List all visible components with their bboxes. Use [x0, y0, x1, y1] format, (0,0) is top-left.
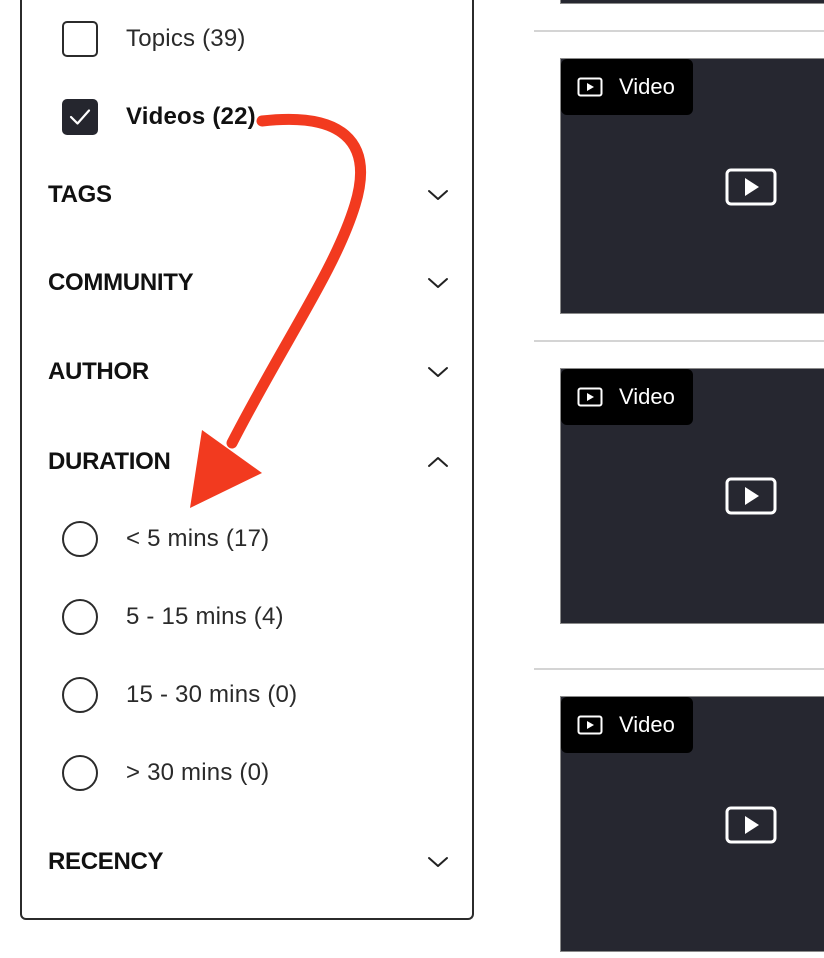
radio-button[interactable] [62, 755, 98, 791]
video-badge-label: Video [619, 712, 675, 737]
video-card[interactable]: Video [560, 58, 824, 314]
duration-option-label: 15 - 30 mins (0) [126, 681, 298, 708]
filter-panel: Topics (39) Videos (22) TAGS COMMUNITY A… [20, 0, 474, 920]
section-recency-title: RECENCY [48, 848, 164, 875]
section-duration-title: DURATION [48, 448, 171, 475]
topics-checkbox[interactable] [62, 21, 98, 57]
checkmark-icon [69, 109, 91, 125]
duration-option-under-5[interactable]: < 5 mins (17) [62, 519, 269, 559]
video-card-previous[interactable] [560, 0, 824, 4]
duration-option-5-15[interactable]: 5 - 15 mins (4) [62, 597, 284, 637]
topics-label: Topics (39) [126, 25, 246, 52]
video-icon [577, 387, 603, 407]
section-author-title: AUTHOR [48, 358, 149, 385]
video-icon [577, 77, 603, 97]
video-badge: Video [561, 697, 693, 753]
filter-option-topics[interactable]: Topics (39) [62, 19, 246, 59]
divider [534, 30, 824, 32]
chevron-down-icon[interactable] [426, 271, 450, 295]
play-icon[interactable] [725, 477, 777, 515]
video-icon [577, 715, 603, 735]
radio-button[interactable] [62, 677, 98, 713]
chevron-down-icon[interactable] [426, 360, 450, 384]
videos-checkbox[interactable] [62, 99, 98, 135]
section-tags[interactable]: TAGS [48, 177, 450, 213]
video-badge: Video [561, 369, 693, 425]
video-badge-label: Video [619, 384, 675, 409]
video-card[interactable]: Video [560, 368, 824, 624]
divider [534, 340, 824, 342]
duration-option-15-30[interactable]: 15 - 30 mins (0) [62, 675, 297, 715]
section-recency[interactable]: RECENCY [48, 844, 450, 880]
divider [534, 668, 824, 670]
section-tags-title: TAGS [48, 181, 112, 208]
section-duration[interactable]: DURATION [48, 444, 450, 480]
section-community[interactable]: COMMUNITY [48, 265, 450, 301]
videos-label: Videos (22) [126, 103, 256, 130]
radio-button[interactable] [62, 599, 98, 635]
chevron-down-icon[interactable] [426, 183, 450, 207]
section-community-title: COMMUNITY [48, 269, 194, 296]
duration-option-label: 5 - 15 mins (4) [126, 603, 284, 630]
play-icon[interactable] [725, 806, 777, 844]
video-badge: Video [561, 59, 693, 115]
filter-option-videos[interactable]: Videos (22) [62, 97, 256, 137]
radio-button[interactable] [62, 521, 98, 557]
duration-option-label: > 30 mins (0) [126, 759, 270, 786]
duration-option-label: < 5 mins (17) [126, 525, 270, 552]
chevron-up-icon[interactable] [426, 450, 450, 474]
video-card[interactable]: Video [560, 696, 824, 952]
chevron-down-icon[interactable] [426, 850, 450, 874]
section-author[interactable]: AUTHOR [48, 354, 450, 390]
video-badge-label: Video [619, 74, 675, 99]
play-icon[interactable] [725, 168, 777, 206]
duration-option-over-30[interactable]: > 30 mins (0) [62, 753, 269, 793]
